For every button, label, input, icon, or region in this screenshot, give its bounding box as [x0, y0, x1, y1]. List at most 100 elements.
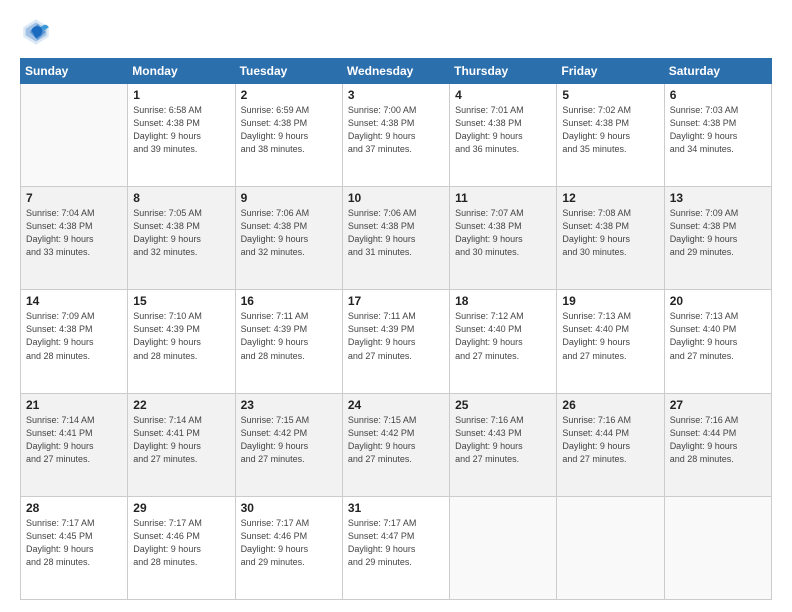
day-number: 15	[133, 294, 229, 308]
header	[20, 16, 772, 48]
day-info: Sunrise: 7:17 AM Sunset: 4:46 PM Dayligh…	[241, 517, 337, 569]
calendar-cell: 31 Sunrise: 7:17 AM Sunset: 4:47 PM Dayli…	[342, 496, 449, 599]
day-info: Sunrise: 7:12 AM Sunset: 4:40 PM Dayligh…	[455, 310, 551, 362]
day-number: 3	[348, 88, 444, 102]
day-number: 25	[455, 398, 551, 412]
day-info: Sunrise: 7:11 AM Sunset: 4:39 PM Dayligh…	[241, 310, 337, 362]
day-number: 13	[670, 191, 766, 205]
day-info: Sunrise: 7:15 AM Sunset: 4:42 PM Dayligh…	[348, 414, 444, 466]
weekday-header-wednesday: Wednesday	[342, 59, 449, 84]
calendar-cell: 14Sunrise: 7:09 AM Sunset: 4:38 PM Dayli…	[21, 290, 128, 393]
calendar-cell: 27Sunrise: 7:16 AM Sunset: 4:44 PM Dayli…	[664, 393, 771, 496]
day-info: Sunrise: 7:13 AM Sunset: 4:40 PM Dayligh…	[670, 310, 766, 362]
calendar-table: SundayMondayTuesdayWednesdayThursdayFrid…	[20, 58, 772, 600]
calendar-cell: 24 Sunrise: 7:15 AM Sunset: 4:42 PM Dayli…	[342, 393, 449, 496]
day-info: Sunrise: 7:08 AM Sunset: 4:38 PM Dayligh…	[562, 207, 658, 259]
day-number: 11	[455, 191, 551, 205]
day-number: 29	[133, 501, 229, 515]
day-number: 26	[562, 398, 658, 412]
day-info: Sunrise: 7:16 AM Sunset: 4:43 PM Dayligh…	[455, 414, 551, 466]
weekday-header-friday: Friday	[557, 59, 664, 84]
day-number: 7	[26, 191, 122, 205]
day-number: 31	[348, 501, 444, 515]
weekday-header-tuesday: Tuesday	[235, 59, 342, 84]
day-info: Sunrise: 6:59 AM Sunset: 4:38 PM Dayligh…	[241, 104, 337, 156]
day-number: 23	[241, 398, 337, 412]
day-info: Sunrise: 7:07 AM Sunset: 4:38 PM Dayligh…	[455, 207, 551, 259]
day-number: 6	[670, 88, 766, 102]
day-number: 18	[455, 294, 551, 308]
calendar-cell: 20 Sunrise: 7:13 AM Sunset: 4:40 PM Dayli…	[664, 290, 771, 393]
day-number: 24	[348, 398, 444, 412]
day-number: 5	[562, 88, 658, 102]
day-number: 12	[562, 191, 658, 205]
day-number: 28	[26, 501, 122, 515]
day-info: Sunrise: 7:03 AM Sunset: 4:38 PM Dayligh…	[670, 104, 766, 156]
day-info: Sunrise: 7:14 AM Sunset: 4:41 PM Dayligh…	[26, 414, 122, 466]
calendar-cell: 1 Sunrise: 6:58 AM Sunset: 4:38 PM Daylig…	[128, 84, 235, 187]
weekday-header-monday: Monday	[128, 59, 235, 84]
calendar-cell	[21, 84, 128, 187]
calendar-cell: 26 Sunrise: 7:16 AM Sunset: 4:44 PM Dayli…	[557, 393, 664, 496]
week-row-4: 21 Sunrise: 7:14 AM Sunset: 4:41 PM Dayli…	[21, 393, 772, 496]
weekday-header-thursday: Thursday	[450, 59, 557, 84]
day-info: Sunrise: 7:06 AM Sunset: 4:38 PM Dayligh…	[241, 207, 337, 259]
day-info: Sunrise: 7:04 AM Sunset: 4:38 PM Dayligh…	[26, 207, 122, 259]
day-number: 19	[562, 294, 658, 308]
day-number: 4	[455, 88, 551, 102]
day-number: 17	[348, 294, 444, 308]
page: SundayMondayTuesdayWednesdayThursdayFrid…	[0, 0, 792, 612]
logo	[20, 16, 56, 48]
week-row-2: 7 Sunrise: 7:04 AM Sunset: 4:38 PM Daylig…	[21, 187, 772, 290]
day-info: Sunrise: 7:09 AM Sunset: 4:38 PM Dayligh…	[670, 207, 766, 259]
calendar-cell: 6 Sunrise: 7:03 AM Sunset: 4:38 PM Daylig…	[664, 84, 771, 187]
day-number: 21	[26, 398, 122, 412]
calendar-cell: 10 Sunrise: 7:06 AM Sunset: 4:38 PM Dayli…	[342, 187, 449, 290]
day-number: 14	[26, 294, 122, 308]
day-info: Sunrise: 7:06 AM Sunset: 4:38 PM Dayligh…	[348, 207, 444, 259]
day-number: 9	[241, 191, 337, 205]
calendar-cell: 17 Sunrise: 7:11 AM Sunset: 4:39 PM Dayli…	[342, 290, 449, 393]
day-info: Sunrise: 7:17 AM Sunset: 4:46 PM Dayligh…	[133, 517, 229, 569]
day-info: Sunrise: 7:01 AM Sunset: 4:38 PM Dayligh…	[455, 104, 551, 156]
calendar-cell: 25 Sunrise: 7:16 AM Sunset: 4:43 PM Dayli…	[450, 393, 557, 496]
day-info: Sunrise: 7:14 AM Sunset: 4:41 PM Dayligh…	[133, 414, 229, 466]
day-info: Sunrise: 7:17 AM Sunset: 4:45 PM Dayligh…	[26, 517, 122, 569]
day-info: Sunrise: 7:02 AM Sunset: 4:38 PM Dayligh…	[562, 104, 658, 156]
calendar-cell: 11 Sunrise: 7:07 AM Sunset: 4:38 PM Dayli…	[450, 187, 557, 290]
calendar-cell: 18 Sunrise: 7:12 AM Sunset: 4:40 PM Dayli…	[450, 290, 557, 393]
day-number: 1	[133, 88, 229, 102]
day-info: Sunrise: 7:10 AM Sunset: 4:39 PM Dayligh…	[133, 310, 229, 362]
calendar-cell: 3 Sunrise: 7:00 AM Sunset: 4:38 PM Daylig…	[342, 84, 449, 187]
day-number: 10	[348, 191, 444, 205]
day-info: Sunrise: 7:00 AM Sunset: 4:38 PM Dayligh…	[348, 104, 444, 156]
calendar-cell: 4 Sunrise: 7:01 AM Sunset: 4:38 PM Daylig…	[450, 84, 557, 187]
day-info: Sunrise: 7:13 AM Sunset: 4:40 PM Dayligh…	[562, 310, 658, 362]
day-number: 20	[670, 294, 766, 308]
calendar-cell: 5 Sunrise: 7:02 AM Sunset: 4:38 PM Daylig…	[557, 84, 664, 187]
day-number: 2	[241, 88, 337, 102]
week-row-5: 28 Sunrise: 7:17 AM Sunset: 4:45 PM Dayli…	[21, 496, 772, 599]
calendar-cell: 28 Sunrise: 7:17 AM Sunset: 4:45 PM Dayli…	[21, 496, 128, 599]
calendar-cell: 23 Sunrise: 7:15 AM Sunset: 4:42 PM Dayli…	[235, 393, 342, 496]
calendar-cell: 7 Sunrise: 7:04 AM Sunset: 4:38 PM Daylig…	[21, 187, 128, 290]
day-info: Sunrise: 6:58 AM Sunset: 4:38 PM Dayligh…	[133, 104, 229, 156]
calendar-cell: 13 Sunrise: 7:09 AM Sunset: 4:38 PM Dayli…	[664, 187, 771, 290]
day-info: Sunrise: 7:15 AM Sunset: 4:42 PM Dayligh…	[241, 414, 337, 466]
calendar-cell	[450, 496, 557, 599]
calendar-cell: 22 Sunrise: 7:14 AM Sunset: 4:41 PM Dayli…	[128, 393, 235, 496]
calendar-cell: 2 Sunrise: 6:59 AM Sunset: 4:38 PM Daylig…	[235, 84, 342, 187]
day-info: Sunrise: 7:16 AM Sunset: 4:44 PM Dayligh…	[562, 414, 658, 466]
weekday-header-row: SundayMondayTuesdayWednesdayThursdayFrid…	[21, 59, 772, 84]
day-info: Sunrise: 7:17 AM Sunset: 4:47 PM Dayligh…	[348, 517, 444, 569]
calendar-cell: 21 Sunrise: 7:14 AM Sunset: 4:41 PM Dayli…	[21, 393, 128, 496]
day-number: 30	[241, 501, 337, 515]
day-number: 22	[133, 398, 229, 412]
day-info: Sunrise: 7:11 AM Sunset: 4:39 PM Dayligh…	[348, 310, 444, 362]
week-row-3: 14Sunrise: 7:09 AM Sunset: 4:38 PM Dayli…	[21, 290, 772, 393]
week-row-1: 1 Sunrise: 6:58 AM Sunset: 4:38 PM Daylig…	[21, 84, 772, 187]
calendar-cell	[664, 496, 771, 599]
calendar-cell: 19 Sunrise: 7:13 AM Sunset: 4:40 PM Dayli…	[557, 290, 664, 393]
day-number: 8	[133, 191, 229, 205]
day-info: Sunrise: 7:05 AM Sunset: 4:38 PM Dayligh…	[133, 207, 229, 259]
